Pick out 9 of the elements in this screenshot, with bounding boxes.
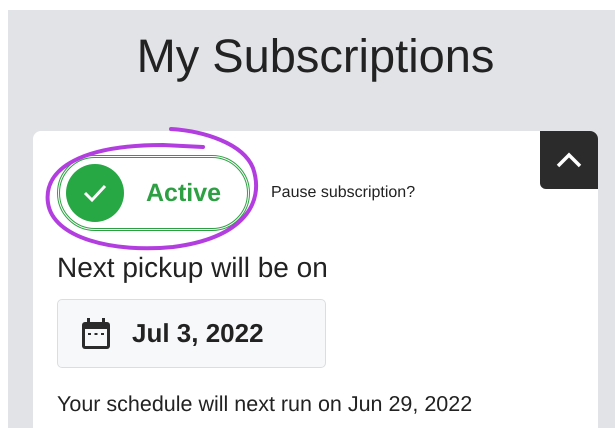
schedule-note: Your schedule will next run on Jun 29, 2022 <box>57 392 472 417</box>
calendar-icon <box>80 316 112 350</box>
date-field[interactable]: Jul 3, 2022 <box>57 299 326 368</box>
chevron-up-icon <box>556 152 582 168</box>
pickup-heading: Next pickup will be on <box>57 251 328 285</box>
collapse-button[interactable] <box>540 131 598 189</box>
pause-link[interactable]: Pause subscription? <box>271 184 416 202</box>
page-title: My Subscriptions <box>136 28 494 84</box>
checkmark-icon <box>82 183 108 203</box>
